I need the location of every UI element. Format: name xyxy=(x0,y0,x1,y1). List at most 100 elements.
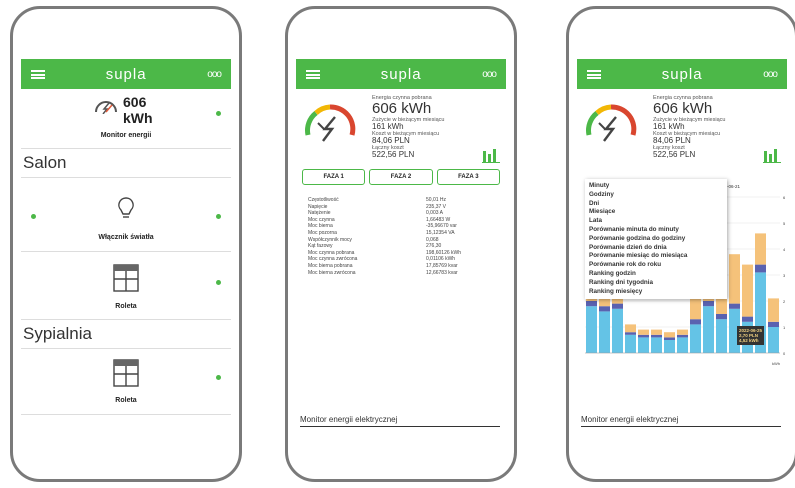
tab-faza-3[interactable]: FAZA 3 xyxy=(436,169,500,185)
measurement-name: Natężenie xyxy=(308,210,331,217)
dropdown-option[interactable]: Porównanie dzień do dnia xyxy=(589,244,723,253)
device-caption: Monitor energii elektrycznej xyxy=(300,415,500,427)
more-icon[interactable]: ooo xyxy=(482,69,497,80)
dropdown-option[interactable]: Porównanie godzina do godziny xyxy=(589,235,723,244)
dropdown-option[interactable]: Porównanie minuta do minuty xyxy=(589,226,723,235)
chart-bar xyxy=(677,337,688,353)
phone-screen-3: supla ooo Energia czynna pobrana 606 kWh… xyxy=(577,59,787,463)
measurement-value: 0,01106 kWh xyxy=(426,256,456,263)
y-tick-label: 2 xyxy=(783,299,785,304)
chart-bar xyxy=(586,306,597,353)
tooltip-energy: 4,52 kWh xyxy=(739,338,759,343)
chart-bar xyxy=(703,301,714,307)
chart-bar xyxy=(677,334,688,338)
energy-total: 606 kWh xyxy=(653,100,713,117)
table-row: Współczynnik mocy 0,068 xyxy=(308,237,496,244)
measurement-value: 50,01 Hz xyxy=(426,197,447,203)
chart-bar xyxy=(742,316,753,322)
measurement-value: 0,003 A xyxy=(426,210,443,217)
more-icon[interactable]: ooo xyxy=(207,69,222,80)
measurement-name: Moc bierna xyxy=(308,223,333,230)
table-row: Moc bierna -35,96670 var xyxy=(308,223,496,230)
chart-icon[interactable] xyxy=(763,147,781,163)
dropdown-option[interactable]: Porównanie rok do roku xyxy=(589,261,723,270)
measurement-value: 198,60126 kWh xyxy=(426,249,462,256)
dropdown-option[interactable]: Ranking godzin xyxy=(589,270,723,279)
chart-bar xyxy=(638,334,649,338)
table-row: Częstotliwość 50,01 Hz xyxy=(308,197,496,204)
chart-bar xyxy=(651,337,662,353)
lightbulb-icon xyxy=(118,197,134,218)
chart-bar xyxy=(742,264,753,317)
chart-mode-dropdown[interactable]: Minuty Godziny Dni Miesiące Lata Porównanie m… xyxy=(585,179,727,300)
chart-bar xyxy=(755,264,766,273)
measurement-name: Współczynnik mocy xyxy=(308,236,352,243)
dropdown-option[interactable]: Dni xyxy=(589,200,723,209)
app-logo: supla xyxy=(380,65,422,83)
y-tick-label: 4 xyxy=(783,247,785,252)
measurement-name: Moc bierna zwrócona xyxy=(308,269,356,276)
chart-bar xyxy=(612,308,623,353)
chart-bar xyxy=(768,327,779,353)
phone-device-2: supla ooo Energia czynna pobrana 606 kWh… xyxy=(285,6,517,482)
menu-icon[interactable] xyxy=(31,69,45,79)
dropdown-option[interactable]: Godziny xyxy=(589,191,723,200)
phone-screen-2: supla ooo Energia czynna pobrana 606 kWh… xyxy=(296,59,506,463)
app-bar: supla ooo xyxy=(577,59,787,89)
energy-summary: Energia czynna pobrana 606 kWh Zużycie w… xyxy=(577,89,787,169)
measurement-value: 17,85769 kvar xyxy=(426,262,458,269)
chart-bar xyxy=(625,324,636,333)
more-icon[interactable]: ooo xyxy=(763,69,778,80)
dropdown-option[interactable]: Ranking dni tygodnia xyxy=(589,279,723,288)
device-caption: Monitor energii elektrycznej xyxy=(581,415,781,427)
chart-bar xyxy=(664,332,675,338)
month-value: 161 kWh xyxy=(372,122,404,131)
chart-bar xyxy=(729,254,740,304)
chart-bar xyxy=(599,306,610,312)
energy-monitor-item[interactable]: 606 kWh Monitor energii xyxy=(21,89,231,149)
chart-bar xyxy=(625,332,636,335)
chart-bar xyxy=(664,337,675,340)
table-row: Kąt fazowy 276,30 xyxy=(308,243,496,250)
roller-shutter-item-2[interactable]: Roleta xyxy=(21,349,231,415)
cost-value: 84,06 PLN xyxy=(653,136,691,145)
dropdown-option[interactable]: Minuty xyxy=(589,182,723,191)
phone-device-3: supla ooo Energia czynna pobrana 606 kWh… xyxy=(566,6,795,482)
chart-bar xyxy=(638,337,649,353)
menu-icon[interactable] xyxy=(587,69,601,79)
dropdown-option[interactable]: Lata xyxy=(589,217,723,226)
status-dot xyxy=(216,375,221,380)
chart-bar xyxy=(768,321,779,327)
app-bar: supla ooo xyxy=(21,59,231,89)
month-value: 161 kWh xyxy=(653,122,685,131)
dropdown-option[interactable]: Ranking miesięcy xyxy=(589,288,723,297)
tab-faza-1[interactable]: FAZA 1 xyxy=(302,169,366,185)
chart-bar xyxy=(625,334,636,353)
energy-summary: Energia czynna pobrana 606 kWh Zużycie w… xyxy=(296,89,506,169)
chart-icon[interactable] xyxy=(482,147,500,163)
measurement-value: 276,30 xyxy=(426,243,442,250)
roller-shutter-item-1[interactable]: Roleta xyxy=(21,252,231,320)
light-switch-item[interactable]: Włącznik światła xyxy=(21,178,231,252)
measurement-name: Moc czynna xyxy=(308,216,335,223)
chart-bar xyxy=(716,314,727,320)
chart-bar xyxy=(651,329,662,335)
y-tick-label: 3 xyxy=(783,273,785,278)
table-row: Moc bierna pobrana 17,85769 kvar xyxy=(308,263,496,270)
chart-bar xyxy=(664,340,675,353)
app-logo: supla xyxy=(661,65,703,83)
roller-shutter-label-2: Roleta xyxy=(115,397,137,404)
section-salon: Salon xyxy=(21,149,231,178)
chart-bar xyxy=(768,298,779,322)
measurement-name: Kąt fazowy xyxy=(308,243,333,250)
chart-bar xyxy=(690,319,701,325)
table-row: Moc czynna pobrana 198,60126 kWh xyxy=(308,250,496,257)
roller-shutter-icon xyxy=(113,359,139,387)
measurement-name: Moc czynna pobrana xyxy=(308,249,355,256)
dropdown-option[interactable]: Porównanie miesiąc do miesiąca xyxy=(589,252,723,261)
chart-bar xyxy=(651,334,662,338)
dropdown-option[interactable]: Miesiące xyxy=(589,208,723,217)
tab-faza-2[interactable]: FAZA 2 xyxy=(369,169,433,185)
menu-icon[interactable] xyxy=(306,69,320,79)
measurement-value: 235,37 V xyxy=(426,203,447,210)
